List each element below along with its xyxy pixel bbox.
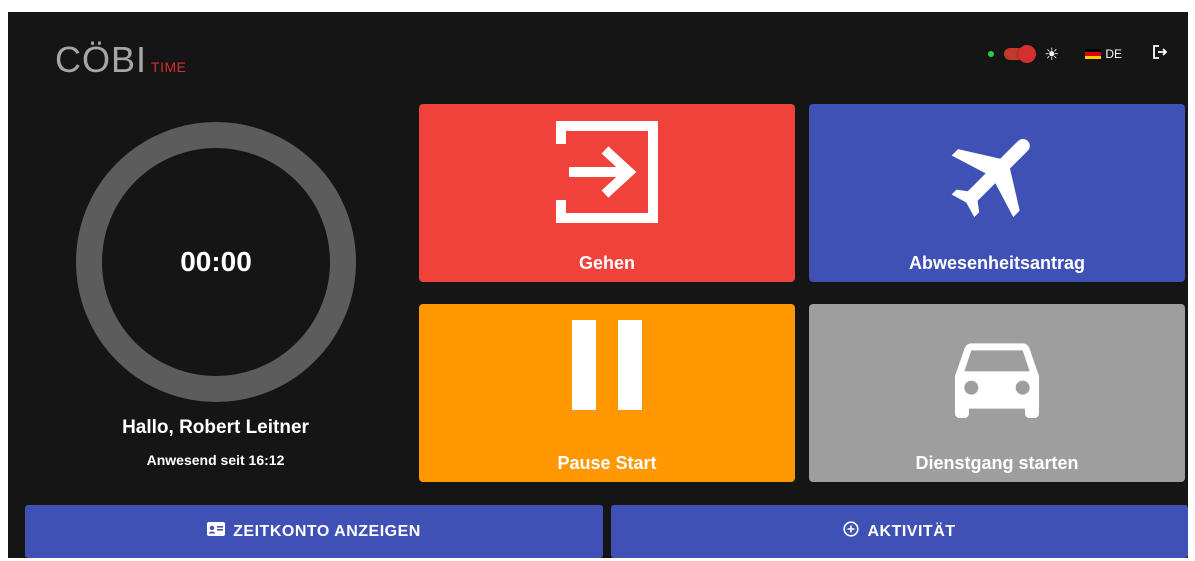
time-account-button[interactable]: ZEITKONTO ANZEIGEN	[25, 505, 603, 558]
timer-value: 00:00	[180, 246, 252, 277]
gehen-label: Gehen	[578, 253, 635, 273]
app-logo: CÖBI TIME	[55, 39, 186, 81]
logo-main: CÖBI	[55, 39, 148, 80]
online-status-icon	[988, 51, 995, 57]
errand-start-button[interactable]: Dienstgang starten	[809, 304, 1185, 482]
absence-request-button[interactable]: Abwesenheitsantrag	[809, 104, 1185, 282]
logout-icon[interactable]	[1152, 44, 1168, 65]
sign-out-icon	[419, 120, 795, 224]
airplane-icon	[809, 120, 1185, 230]
plus-circle-icon	[843, 521, 860, 542]
theme-toggle[interactable]	[1004, 45, 1037, 63]
german-flag-icon	[1085, 49, 1102, 59]
car-icon	[809, 320, 1185, 432]
pause-start-button[interactable]: Pause Start	[419, 304, 795, 482]
header-controls: ☀ DE	[988, 42, 1168, 66]
activity-button[interactable]: AKTIVITÄT	[611, 505, 1188, 558]
presence-status: Anwesend seit 16:12	[146, 452, 285, 468]
id-card-icon	[207, 522, 226, 541]
language-label: DE	[1105, 47, 1122, 61]
gehen-button[interactable]: Gehen	[419, 104, 795, 282]
activity-label: AKTIVITÄT	[867, 522, 956, 540]
app-root: CÖBI TIME ☀ DE 00:00 Hallo, Robert Leitn…	[8, 12, 1188, 558]
pause-icon	[419, 320, 795, 410]
timer-ring: 00:00	[76, 122, 356, 402]
greeting-text: Hallo, Robert Leitner	[122, 417, 309, 438]
pause-start-label: Pause Start	[557, 453, 657, 473]
sun-icon[interactable]: ☀	[1044, 46, 1059, 63]
time-account-label: ZEITKONTO ANZEIGEN	[233, 522, 421, 540]
absence-request-label: Abwesenheitsantrag	[908, 253, 1086, 273]
logo-sub: TIME	[151, 59, 187, 75]
language-selector[interactable]: DE	[1085, 47, 1122, 61]
errand-start-label: Dienstgang starten	[915, 453, 1079, 473]
